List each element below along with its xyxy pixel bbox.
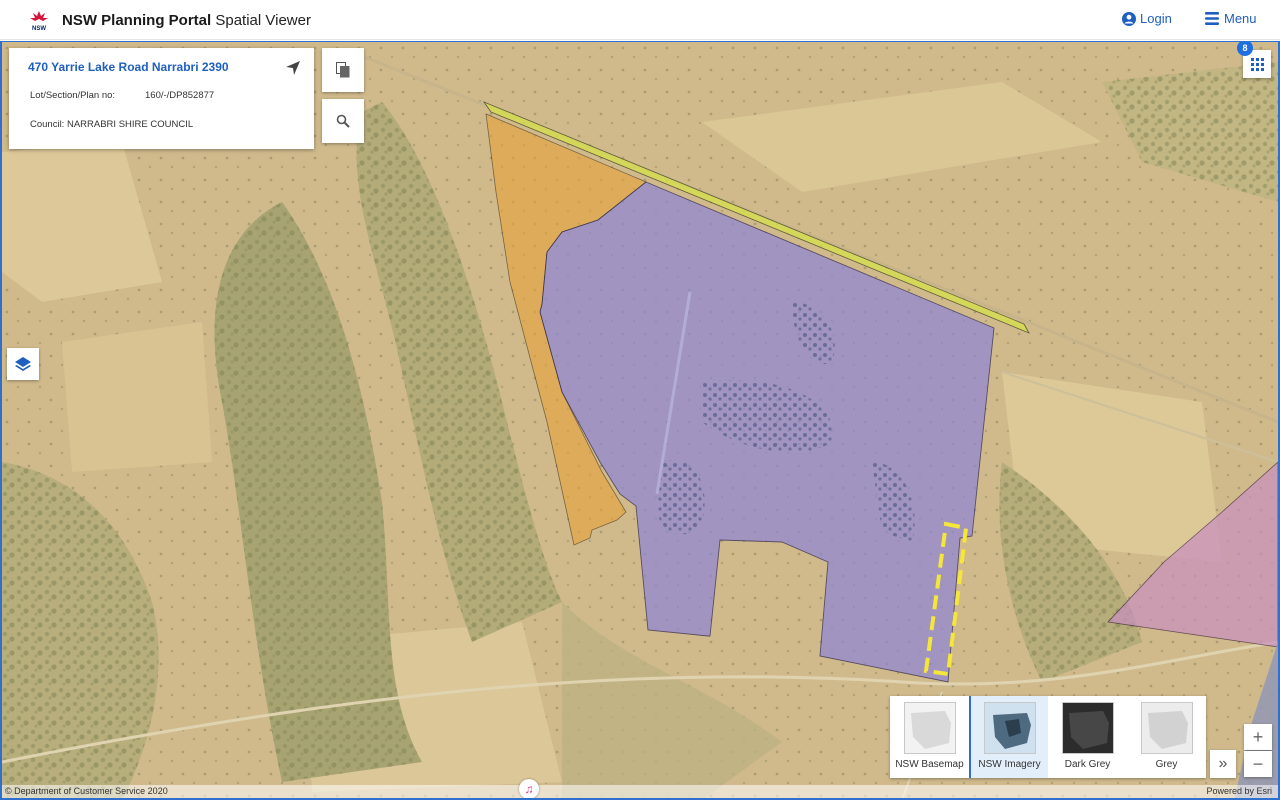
basemap-label: NSW Basemap: [895, 759, 964, 770]
layers-button[interactable]: [7, 348, 39, 380]
attribution-copyright: © Department of Customer Service 2020: [5, 786, 168, 796]
lot-value: 160/-/DP852877: [145, 90, 215, 101]
nsw-waratah-logo: NSW: [30, 11, 48, 32]
copy-icon: [336, 62, 350, 78]
attribution-powered-by[interactable]: Powered by Esri: [1206, 786, 1272, 796]
basemap-grey[interactable]: Grey: [1127, 696, 1206, 778]
copy-button[interactable]: [322, 48, 364, 92]
basemap-thumbnail: [1061, 702, 1114, 754]
lot-label: Lot/Section/Plan no:: [30, 90, 116, 101]
locate-arrow-icon[interactable]: [285, 60, 301, 76]
music-icon[interactable]: ♫: [519, 779, 539, 798]
zoom-out-button[interactable]: −: [1244, 751, 1272, 777]
svg-text:NSW: NSW: [32, 26, 46, 32]
hamburger-icon: [1205, 12, 1219, 25]
basemap-gallery: NSW Basemap NSW Imagery Dark Grey Grey: [890, 696, 1206, 778]
search-icon: [336, 114, 350, 128]
property-address[interactable]: 470 Yarrie Lake Road Narrabri 2390: [28, 60, 229, 74]
basemap-label: Grey: [1155, 759, 1178, 770]
basemap-nsw-imagery[interactable]: NSW Imagery: [969, 696, 1048, 778]
council-text: Council: NARRABRI SHIRE COUNCIL: [30, 119, 194, 130]
app-title: NSW Planning Portal Spatial Viewer: [62, 12, 311, 29]
menu-button[interactable]: Menu: [1205, 11, 1257, 26]
basemap-thumbnail: [1140, 702, 1193, 754]
satellite-imagery: [2, 42, 1278, 798]
search-button[interactable]: [322, 99, 364, 143]
map-attribution: © Department of Customer Service 2020 Po…: [2, 785, 1278, 798]
zoom-in-button[interactable]: +: [1244, 724, 1272, 750]
property-info-panel: 470 Yarrie Lake Road Narrabri 2390 Lot/S…: [9, 48, 314, 149]
basemap-thumbnail: [983, 702, 1036, 754]
basemap-nsw-basemap[interactable]: NSW Basemap: [890, 696, 969, 778]
basemap-thumbnail: [903, 702, 956, 754]
menu-label: Menu: [1224, 11, 1257, 26]
app-header: NSW NSW Planning Portal Spatial Viewer L…: [0, 0, 1280, 40]
basemap-label: NSW Imagery: [978, 759, 1041, 770]
app-title-suffix: Spatial Viewer: [211, 12, 311, 29]
map-view[interactable]: 470 Yarrie Lake Road Narrabri 2390 Lot/S…: [0, 41, 1280, 800]
expand-basemap-button[interactable]: »: [1210, 750, 1236, 778]
user-icon: [1122, 11, 1136, 26]
layers-icon: [15, 357, 31, 371]
login-label: Login: [1140, 11, 1172, 26]
apps-grid-icon: [1250, 57, 1264, 71]
login-button[interactable]: Login: [1122, 11, 1172, 26]
basemap-label: Dark Grey: [1064, 759, 1111, 770]
app-title-bold: NSW Planning Portal: [62, 12, 212, 29]
basemap-dark-grey[interactable]: Dark Grey: [1048, 696, 1127, 778]
